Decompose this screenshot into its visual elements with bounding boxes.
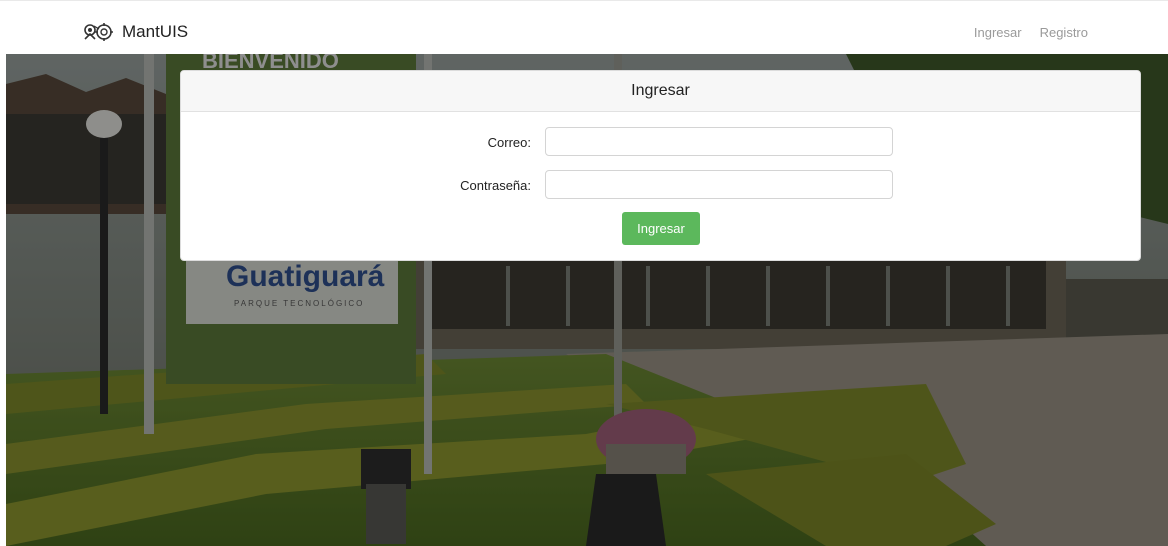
login-card-header: Ingresar <box>181 71 1140 112</box>
robot-logo-icon <box>84 23 113 41</box>
email-label: Correo: <box>487 135 531 150</box>
email-row: Correo: <box>181 127 1140 157</box>
login-card: Ingresar Correo: Contraseña: Ingresar <box>180 70 1141 261</box>
password-field[interactable] <box>545 170 893 199</box>
brand-name: MantUIS <box>122 22 189 41</box>
password-row: Contraseña: <box>181 170 1140 200</box>
nav-link-ingresar[interactable]: Ingresar <box>974 25 1022 40</box>
submit-login-button[interactable]: Ingresar <box>622 212 700 245</box>
password-label: Contraseña: <box>460 178 531 193</box>
login-title: Ingresar <box>631 82 690 99</box>
navbar: MantUIS Ingresar Registro <box>0 0 1168 54</box>
nav-links: Ingresar Registro <box>974 25 1088 40</box>
nav-link-registro[interactable]: Registro <box>1040 25 1088 40</box>
brand[interactable]: MantUIS <box>82 21 188 43</box>
email-field[interactable] <box>545 127 893 156</box>
